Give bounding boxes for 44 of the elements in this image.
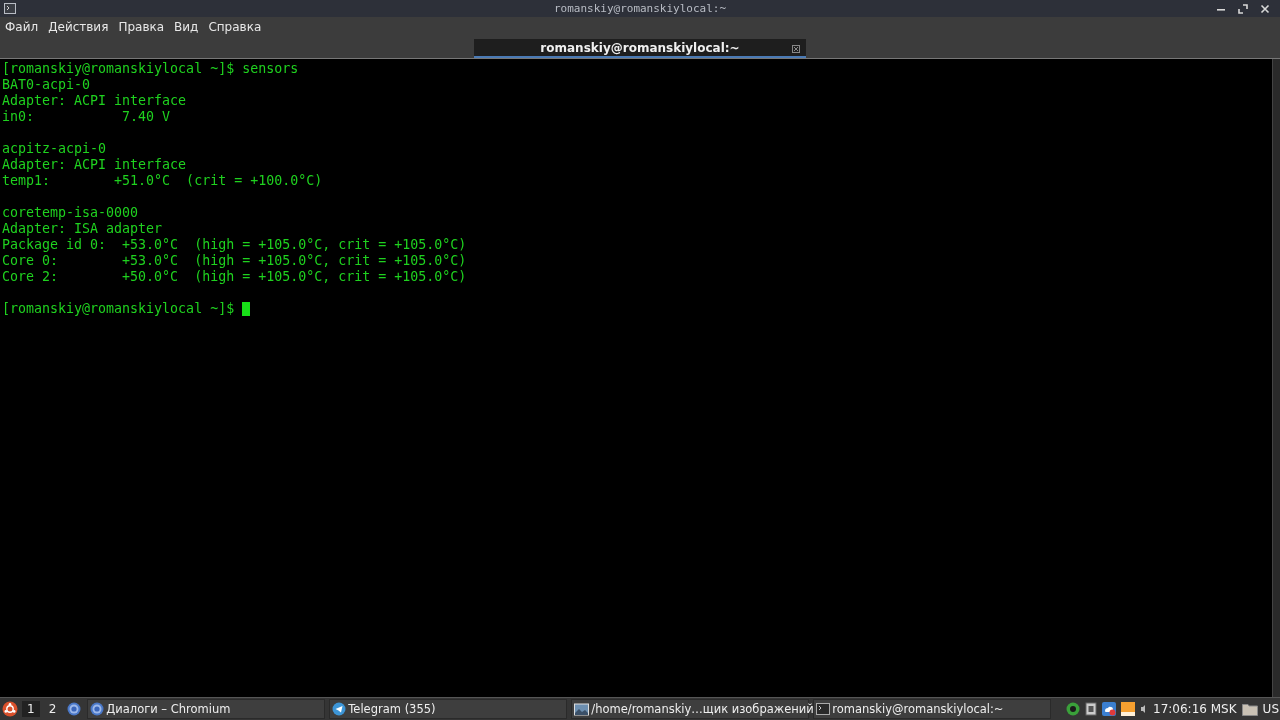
terminal-line: [romanskiy@romanskiylocal ~]$ sensors [2, 61, 300, 77]
battery-icon[interactable] [1121, 702, 1136, 716]
terminal-line: BAT0-acpi-0 [2, 77, 92, 93]
image-icon [574, 702, 590, 716]
terminal-line: coretemp-isa-0000 [2, 205, 140, 221]
terminal-line: Core 0: +53.0°C (high = +105.0°C, crit = +105.0°C) [2, 253, 468, 269]
taskbar-button[interactable]: Диалоги – Chromium [87, 699, 326, 719]
terminal-line: acpitz-acpi-0 [2, 141, 108, 157]
terminal-icon [4, 3, 16, 14]
menu-item[interactable]: Действия [48, 20, 109, 34]
terminal-line: in0: 7.40 V [2, 109, 172, 125]
terminal-line: Package id 0: +53.0°C (high = +105.0°C, crit = +105.0°C) [2, 237, 468, 253]
keyboard-layout[interactable]: US [1262, 702, 1279, 716]
terminal-tab[interactable]: romanskiy@romanskiylocal:~ [474, 39, 806, 58]
menu-item[interactable]: Справка [208, 20, 262, 34]
scrollbar[interactable] [1272, 59, 1280, 697]
terminal-line: Adapter: ISA adapter [2, 221, 164, 237]
menu-item[interactable]: Правка [118, 20, 165, 34]
browser-icon [90, 702, 105, 716]
workspace-button[interactable]: 2 [43, 701, 62, 717]
start-menu-icon[interactable] [2, 701, 18, 717]
terminal-line: temp1: +51.0°C (crit = +100.0°C) [2, 173, 324, 189]
workspace-button[interactable]: 1 [22, 701, 40, 717]
paper-plane-icon [332, 702, 347, 716]
menu-item[interactable]: Файл [5, 20, 39, 34]
cloud-badge-icon[interactable] [1102, 702, 1117, 716]
clock[interactable]: 17:06:16 MSK [1153, 702, 1237, 716]
terminal-line: Core 2: +50.0°C (high = +105.0°C, crit = +105.0°C) [2, 269, 468, 285]
menu-item[interactable]: Вид [174, 20, 199, 34]
terminal-prompt: [romanskiy@romanskiylocal ~]$ [2, 301, 235, 317]
terminal-line: Adapter: ACPI interface [2, 93, 188, 109]
folder-icon[interactable] [1241, 702, 1258, 716]
maximize-icon[interactable] [1238, 3, 1248, 14]
ring-icon[interactable] [1066, 702, 1081, 716]
tab-label: romanskiy@romanskiylocal:~ [540, 40, 740, 55]
window-title: romanskiy@romanskiylocal:~ [552, 2, 728, 15]
terminal-icon [816, 702, 831, 716]
close-icon[interactable] [1260, 3, 1270, 14]
terminal-line: Adapter: ACPI interface [2, 157, 188, 173]
device-icon[interactable] [1085, 702, 1098, 716]
taskbar-button[interactable]: romanskiy@romanskiylocal:~ [813, 699, 1052, 719]
browser-icon[interactable] [67, 702, 82, 716]
taskbar-button[interactable]: Telegram (355) [329, 699, 568, 719]
tab-close-icon[interactable] [792, 45, 800, 53]
